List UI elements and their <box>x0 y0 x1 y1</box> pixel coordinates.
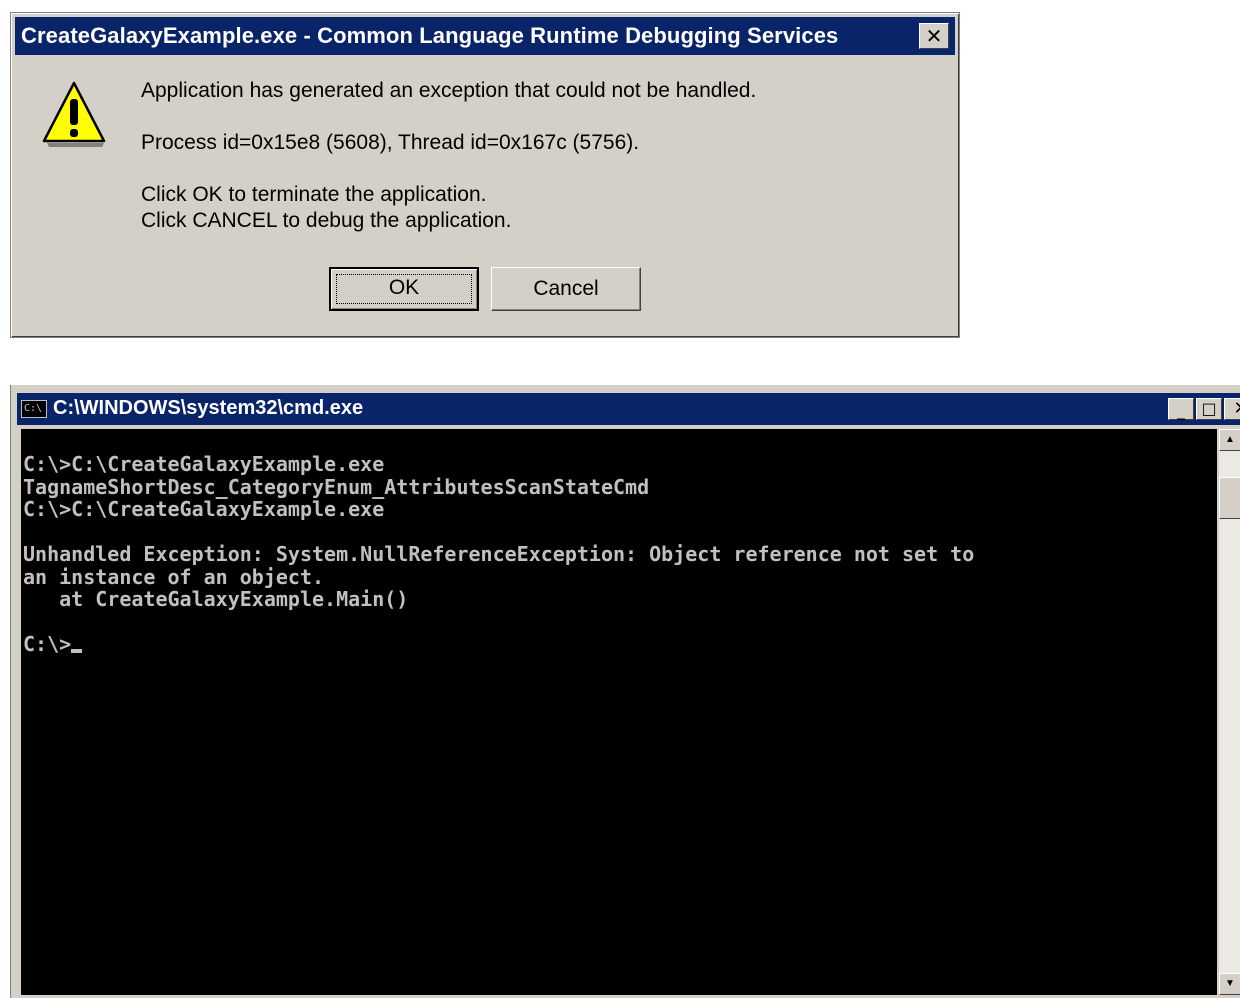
text-cursor <box>71 649 83 653</box>
console-prompt-line[interactable]: C:\> <box>23 633 1217 656</box>
console-line: an instance of an object. <box>23 564 325 589</box>
console-line: TagnameShortDesc_CategoryEnum_Attributes… <box>23 474 650 499</box>
maximize-button[interactable]: □ <box>1196 398 1222 420</box>
scroll-down-button[interactable]: ▼ <box>1219 973 1240 995</box>
dialog-message-process: Process id=0x15e8 (5608), Thread id=0x16… <box>141 131 640 154</box>
console-output[interactable]: C:\>C:\CreateGalaxyExample.exe TagnameSh… <box>21 429 1217 995</box>
dialog-title: CreateGalaxyExample.exe - Common Languag… <box>21 23 839 48</box>
ok-button-label: OK <box>388 276 420 299</box>
warning-icon <box>42 81 106 147</box>
console-title: C:\WINDOWS\system32\cmd.exe <box>53 397 364 419</box>
console-line: Unhandled Exception: System.NullReferenc… <box>23 542 975 566</box>
dialog-close-button[interactable]: ✕ <box>919 23 949 49</box>
console-window: C:\ C:\WINDOWS\system32\cmd.exe _ □ ✕ C:… <box>10 385 1240 998</box>
scroll-up-button[interactable]: ▲ <box>1219 429 1240 451</box>
ok-button[interactable]: OK <box>329 267 479 311</box>
dialog-message-exception: Application has generated an exception t… <box>141 79 757 102</box>
console-prompt: C:\> <box>23 632 72 656</box>
minimize-button[interactable]: _ <box>1168 398 1194 420</box>
cancel-button[interactable]: Cancel <box>491 267 641 311</box>
dialog-message-ok-hint: Click OK to terminate the application. <box>141 183 487 206</box>
console-line: C:\>C:\CreateGalaxyExample.exe <box>23 452 385 476</box>
dialog-message-cancel-hint: Click CANCEL to debug the application. <box>141 209 512 232</box>
console-close-button[interactable]: ✕ <box>1224 398 1240 420</box>
console-app-icon[interactable]: C:\ <box>21 400 47 418</box>
scroll-thumb[interactable] <box>1219 477 1240 519</box>
vertical-scrollbar[interactable]: ▲ ▼ <box>1219 429 1240 995</box>
console-line: C:\>C:\CreateGalaxyExample.exe <box>23 497 385 521</box>
console-line: at CreateGalaxyExample.Main() <box>23 587 409 611</box>
console-titlebar[interactable]: C:\ C:\WINDOWS\system32\cmd.exe _ □ ✕ <box>17 393 1240 425</box>
dialog-titlebar[interactable]: CreateGalaxyExample.exe - Common Languag… <box>15 17 955 55</box>
error-dialog: CreateGalaxyExample.exe - Common Languag… <box>10 12 960 338</box>
